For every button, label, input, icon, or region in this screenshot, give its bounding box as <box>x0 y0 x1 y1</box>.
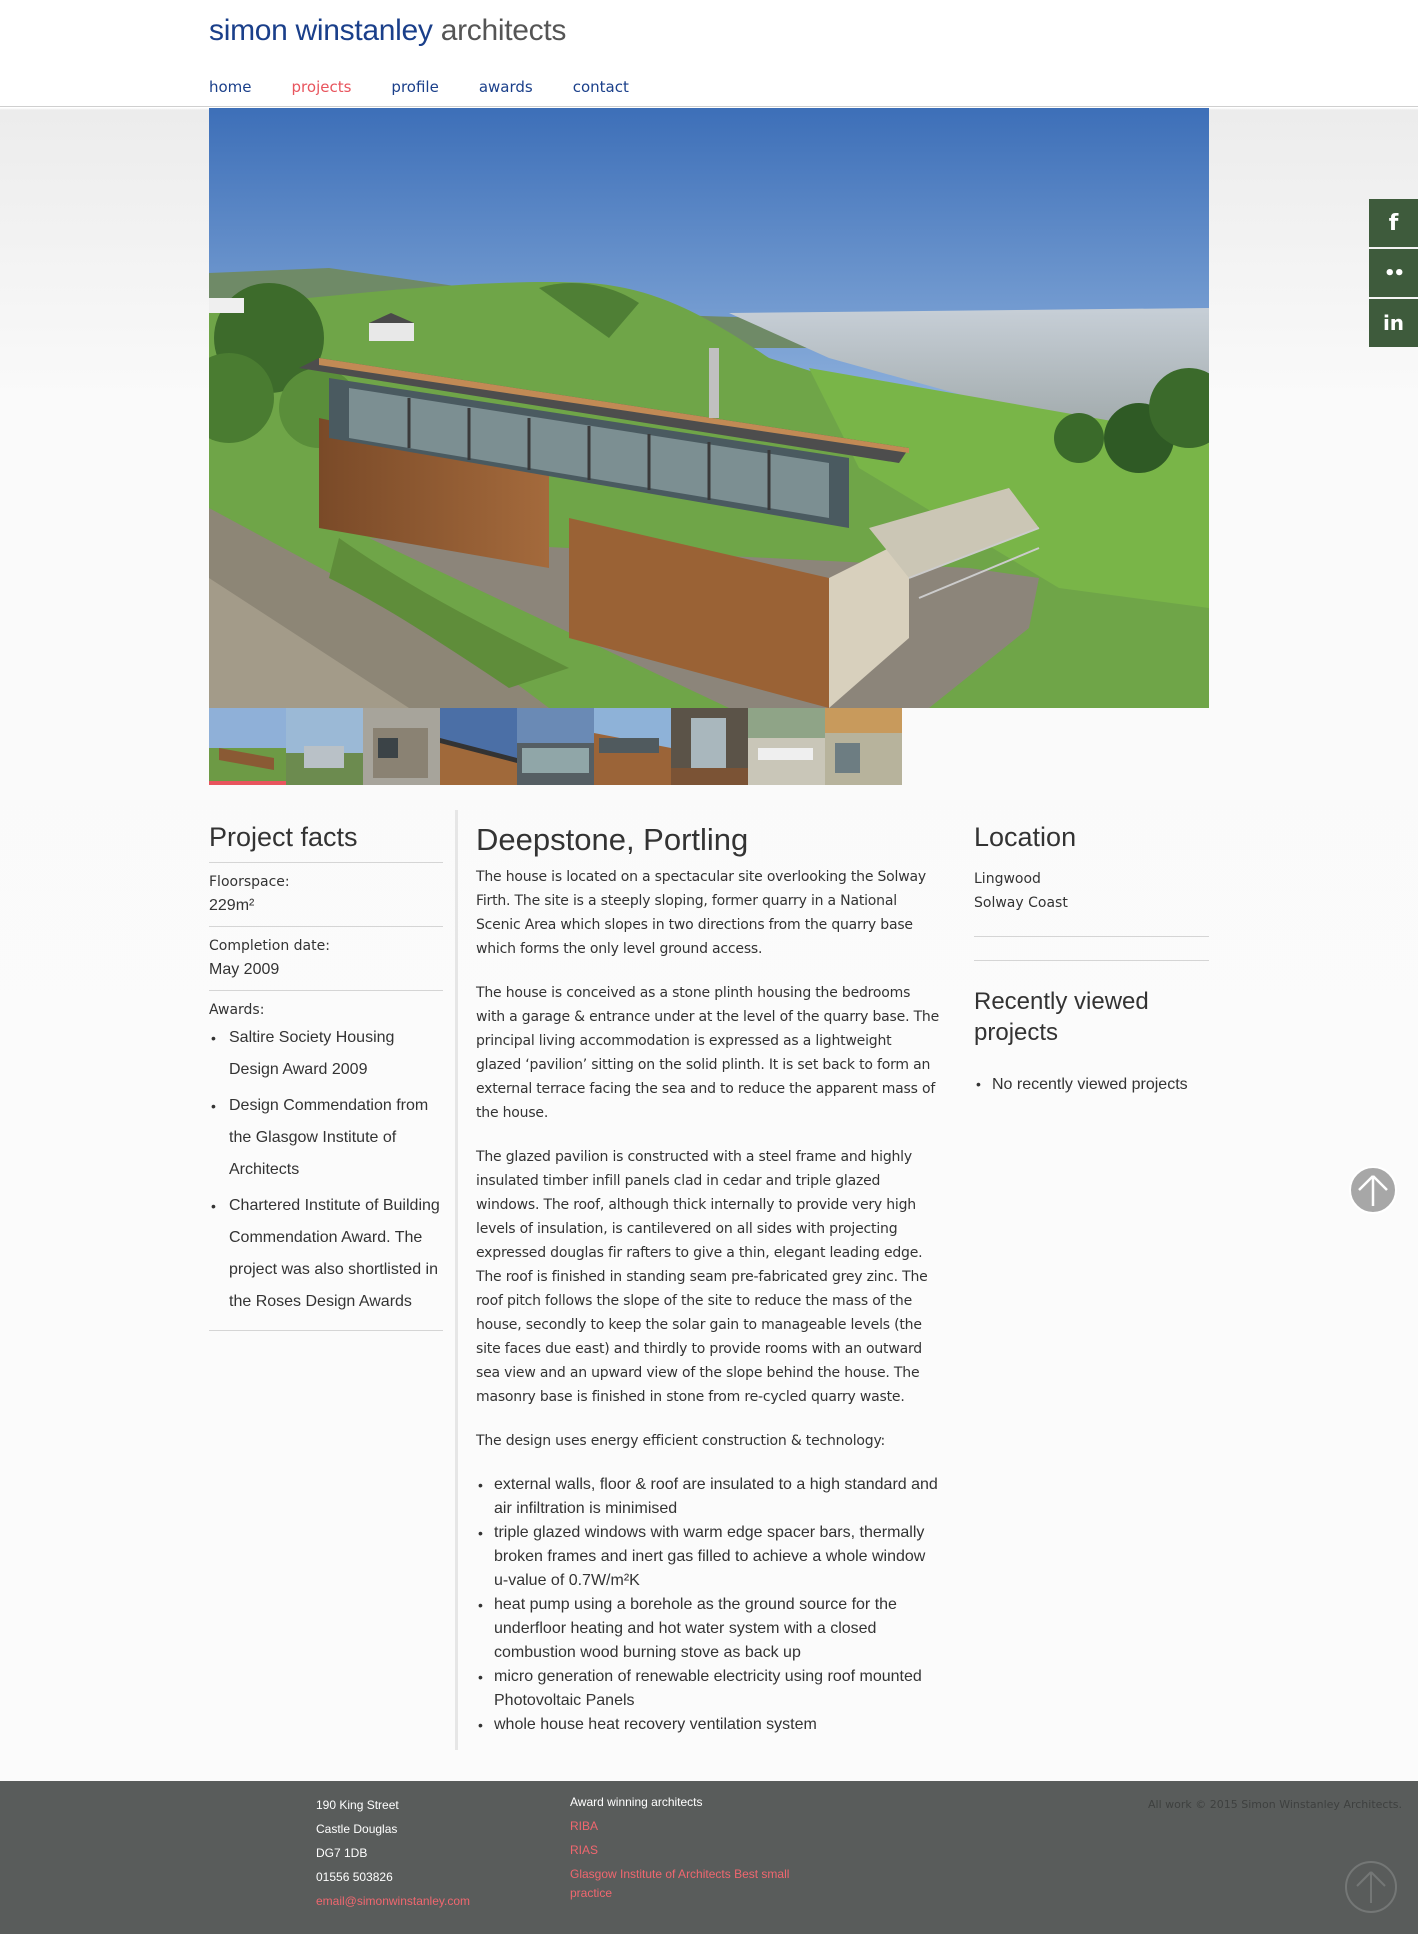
site-logo[interactable]: simon winstanley architects <box>209 14 566 48</box>
nav-projects[interactable]: projects <box>292 78 352 96</box>
awards-heading: Award winning architects <box>570 1795 703 1809</box>
hero-image <box>209 108 1209 708</box>
list-item: whole house heat recovery ventilation sy… <box>476 1713 940 1737</box>
fact-label: Completion date: <box>209 938 330 954</box>
recent-heading: Recently viewed projects <box>974 988 1149 1046</box>
thumbnail[interactable] <box>825 708 902 785</box>
footer-address: 190 King Street Castle Douglas DG7 1DB 0… <box>316 1793 470 1913</box>
award-link-gia[interactable]: Glasgow Institute of Architects Best sma… <box>570 1865 810 1903</box>
email-link[interactable]: email@simonwinstanley.com <box>316 1889 470 1913</box>
nav-awards[interactable]: awards <box>479 78 533 96</box>
award-item: Saltire Society Housing Design Award 200… <box>209 1022 443 1086</box>
phone-number: 01556 503826 <box>316 1870 393 1884</box>
thumbnail-strip <box>209 708 902 785</box>
linkedin-icon[interactable]: in <box>1369 299 1418 347</box>
address-line: Castle Douglas <box>316 1822 398 1836</box>
list-item: triple glazed windows with warm edge spa… <box>476 1521 940 1593</box>
scroll-top-button[interactable] <box>1349 1166 1397 1214</box>
thumbnail[interactable] <box>209 708 286 785</box>
project-description: Deepstone, Portling The house is located… <box>455 810 940 1750</box>
social-links: f •• in <box>1369 199 1418 349</box>
location-line: Solway Coast <box>974 895 1068 911</box>
paragraph: The design uses energy efficient constru… <box>476 1433 886 1449</box>
paragraph: The house is conceived as a stone plinth… <box>476 985 940 1121</box>
address-line: DG7 1DB <box>316 1846 368 1860</box>
location-panel: Location Lingwood Solway Coast Recently … <box>974 822 1209 1094</box>
nav-home[interactable]: home <box>209 78 252 96</box>
award-item: Design Commendation from the Glasgow Ins… <box>209 1090 443 1186</box>
fact-floorspace: Floorspace: 229m² <box>209 863 443 927</box>
award-item: Chartered Institute of Building Commenda… <box>209 1190 443 1318</box>
thumbnail[interactable] <box>671 708 748 785</box>
technology-list: external walls, floor & roof are insulat… <box>476 1473 940 1737</box>
arrow-up-icon <box>1358 1175 1388 1206</box>
location-address: Lingwood Solway Coast <box>974 867 1209 915</box>
award-link-rias[interactable]: RIAS <box>570 1841 810 1860</box>
arrow-up-icon <box>1356 1871 1386 1903</box>
project-facts: Project facts Floorspace: 229m² Completi… <box>209 822 443 1331</box>
fact-value: 229m² <box>209 897 255 914</box>
fact-label: Awards: <box>209 1002 265 1018</box>
footer-scroll-top-button[interactable] <box>1345 1861 1397 1913</box>
location-line: Lingwood <box>974 871 1041 887</box>
site-header: simon winstanley architects home project… <box>0 0 1418 107</box>
facebook-icon[interactable]: f <box>1369 199 1418 247</box>
fact-completion: Completion date: May 2009 <box>209 927 443 991</box>
footer-awards: Award winning architects RIBA RIAS Glasg… <box>570 1793 810 1908</box>
thumbnail[interactable] <box>286 708 363 785</box>
fact-label: Floorspace: <box>209 874 290 890</box>
paragraph: The house is located on a spectacular si… <box>476 869 926 957</box>
flickr-icon[interactable]: •• <box>1369 249 1418 297</box>
thumbnail[interactable] <box>440 708 517 785</box>
divider <box>974 960 1209 961</box>
nav-contact[interactable]: contact <box>573 78 629 96</box>
thumbnail[interactable] <box>748 708 825 785</box>
project-title: Deepstone, Portling <box>476 822 749 857</box>
site-footer: 190 King Street Castle Douglas DG7 1DB 0… <box>0 1781 1418 1934</box>
list-item: micro generation of renewable electricit… <box>476 1665 940 1713</box>
main-nav: home projects profile awards contact <box>209 78 669 96</box>
awards-list: Saltire Society Housing Design Award 200… <box>209 1022 443 1318</box>
facts-heading: Project facts <box>209 822 443 863</box>
recent-list: No recently viewed projects <box>974 1076 1209 1094</box>
address-line: 190 King Street <box>316 1798 399 1812</box>
nav-profile[interactable]: profile <box>391 78 438 96</box>
list-item: No recently viewed projects <box>974 1076 1209 1094</box>
list-item: external walls, floor & roof are insulat… <box>476 1473 940 1521</box>
list-item: heat pump using a borehole as the ground… <box>476 1593 940 1665</box>
logo-name: simon winstanley <box>209 14 433 47</box>
divider <box>974 936 1209 937</box>
fact-awards: Awards: Saltire Society Housing Design A… <box>209 991 443 1331</box>
location-heading: Location <box>974 822 1077 852</box>
thumbnail[interactable] <box>517 708 594 785</box>
thumbnail[interactable] <box>594 708 671 785</box>
thumbnail[interactable] <box>363 708 440 785</box>
award-link-riba[interactable]: RIBA <box>570 1817 810 1836</box>
paragraph: The glazed pavilion is constructed with … <box>476 1149 928 1405</box>
copyright: All work © 2015 Simon Winstanley Archite… <box>1148 1798 1402 1811</box>
logo-suffix: architects <box>440 14 567 47</box>
fact-value: May 2009 <box>209 961 280 978</box>
